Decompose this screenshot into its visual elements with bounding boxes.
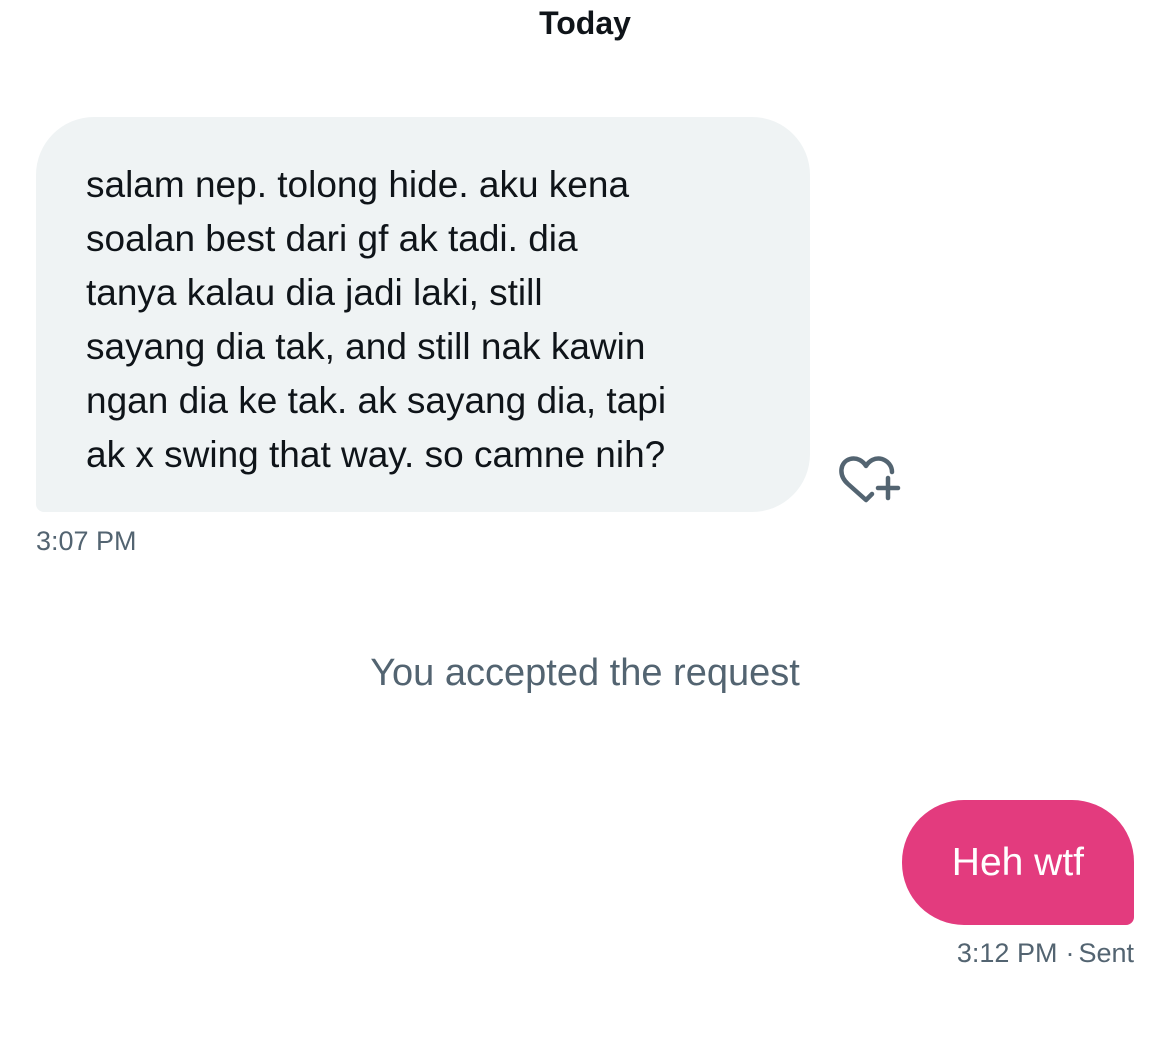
delivery-status: Sent bbox=[1078, 938, 1134, 968]
heart-plus-icon bbox=[839, 456, 901, 503]
outgoing-message-text: Heh wtf bbox=[951, 841, 1084, 884]
incoming-message-bubble[interactable]: salam nep. tolong hide. aku kena soalan … bbox=[36, 117, 810, 512]
outgoing-message-meta: 3:12 PM · Sent bbox=[957, 936, 1134, 970]
message-line: salam nep. tolong hide. aku kena bbox=[86, 164, 630, 205]
message-line: ngan dia ke tak. ak sayang dia, tapi bbox=[86, 380, 667, 421]
outgoing-message-time: 3:12 PM bbox=[956, 938, 1058, 968]
incoming-message-row: salam nep. tolong hide. aku kena soalan … bbox=[36, 117, 810, 512]
incoming-message-time: 3:07 PM bbox=[36, 526, 137, 556]
message-line: ak x swing that way. so camne nih? bbox=[86, 434, 666, 475]
message-line: sayang dia tak, and still nak kawin bbox=[86, 326, 646, 367]
add-reaction-button[interactable] bbox=[836, 448, 906, 508]
meta-separator: · bbox=[1065, 938, 1075, 968]
date-header: Today bbox=[539, 5, 631, 41]
message-line: tanya kalau dia jadi laki, still bbox=[86, 272, 543, 313]
message-line: soalan best dari gf ak tadi. dia bbox=[86, 218, 578, 259]
outgoing-message-bubble[interactable]: Heh wtf bbox=[901, 800, 1134, 925]
system-note: You accepted the request bbox=[370, 652, 800, 694]
